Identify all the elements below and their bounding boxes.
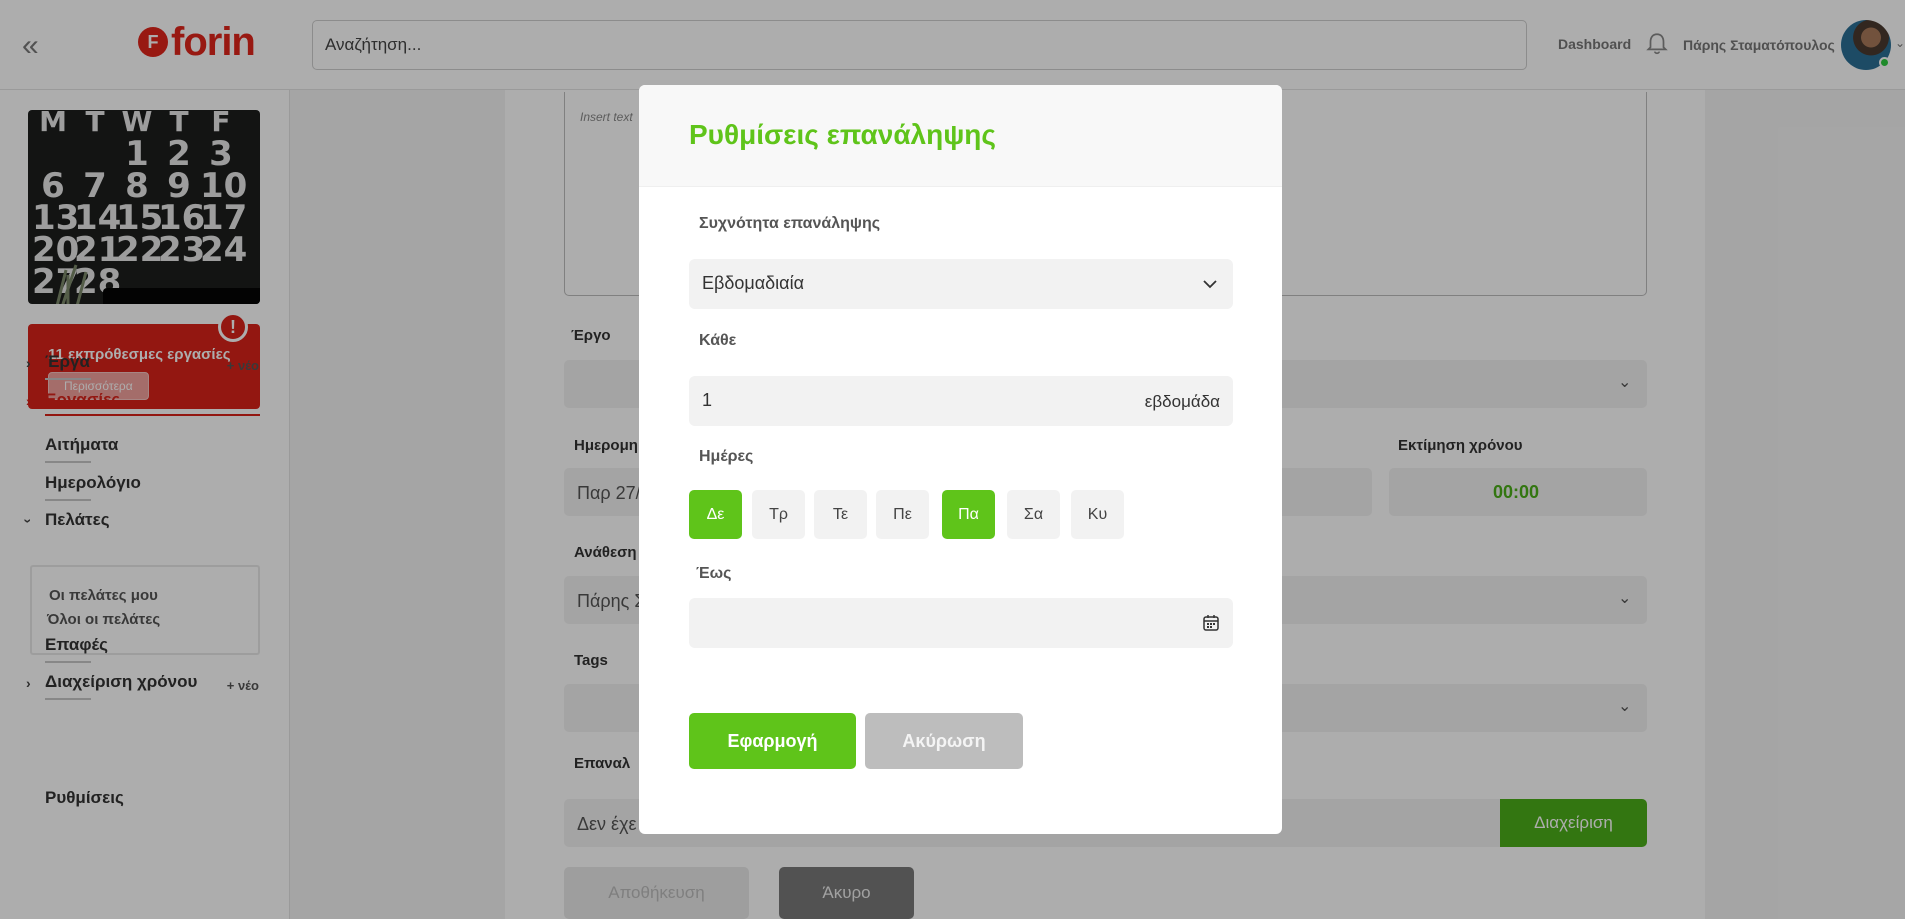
day-toggle[interactable]: Τε: [814, 490, 867, 539]
frequency-value: Εβδομαδιαία: [702, 273, 804, 293]
every-value: 1: [702, 390, 713, 410]
day-toggle[interactable]: Δε: [689, 490, 742, 539]
frequency-label: Συχνότητα επανάληψης: [699, 215, 881, 232]
day-toggle[interactable]: Πα: [942, 490, 995, 539]
day-toggle[interactable]: Πε: [876, 490, 929, 539]
days-label: Ημέρες: [699, 448, 754, 465]
cancel-button[interactable]: Ακύρωση: [865, 713, 1023, 769]
every-label: Κάθε: [699, 332, 737, 349]
chevron-down-icon[interactable]: [1201, 275, 1219, 293]
repeat-settings-modal: Ρυθμίσεις επανάληψης Συχνότητα επανάληψη…: [639, 85, 1282, 834]
frequency-select[interactable]: Εβδομαδιαία: [689, 259, 1233, 309]
until-date-input[interactable]: [689, 598, 1233, 648]
calendar-icon[interactable]: [1201, 613, 1221, 633]
day-toggle[interactable]: Κυ: [1071, 490, 1124, 539]
day-toggle[interactable]: Τρ: [752, 490, 805, 539]
modal-title: Ρυθμίσεις επανάληψης: [689, 119, 996, 150]
every-input[interactable]: 1 εβδομάδα: [689, 376, 1233, 426]
day-toggle[interactable]: Σα: [1007, 490, 1060, 539]
apply-button[interactable]: Εφαρμογή: [689, 713, 856, 769]
until-label: Έως: [696, 565, 732, 582]
every-unit: εβδομάδα: [1144, 392, 1220, 411]
